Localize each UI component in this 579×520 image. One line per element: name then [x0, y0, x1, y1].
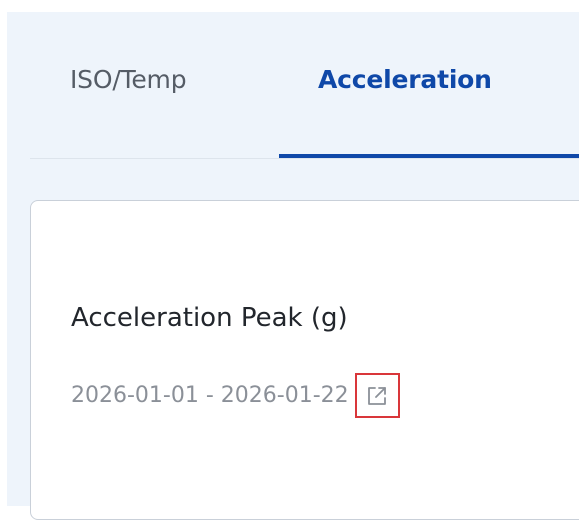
tab-bar: ISO/Temp Acceleration	[30, 12, 579, 159]
tab-acceleration[interactable]: Acceleration	[318, 64, 492, 96]
open-external-button[interactable]	[354, 373, 400, 418]
date-row: 2026-01-01 - 2026-01-22	[71, 373, 400, 418]
content-panel: ISO/Temp Acceleration Acceleration Peak …	[7, 12, 579, 520]
card-title: Acceleration Peak (g)	[71, 303, 348, 333]
acceleration-peak-card: Acceleration Peak (g) 2026-01-01 - 2026-…	[30, 200, 579, 520]
tab-iso-temp[interactable]: ISO/Temp	[70, 64, 187, 96]
date-range: 2026-01-01 - 2026-01-22	[71, 382, 349, 408]
external-link-icon	[366, 385, 388, 407]
active-tab-indicator	[279, 154, 579, 158]
